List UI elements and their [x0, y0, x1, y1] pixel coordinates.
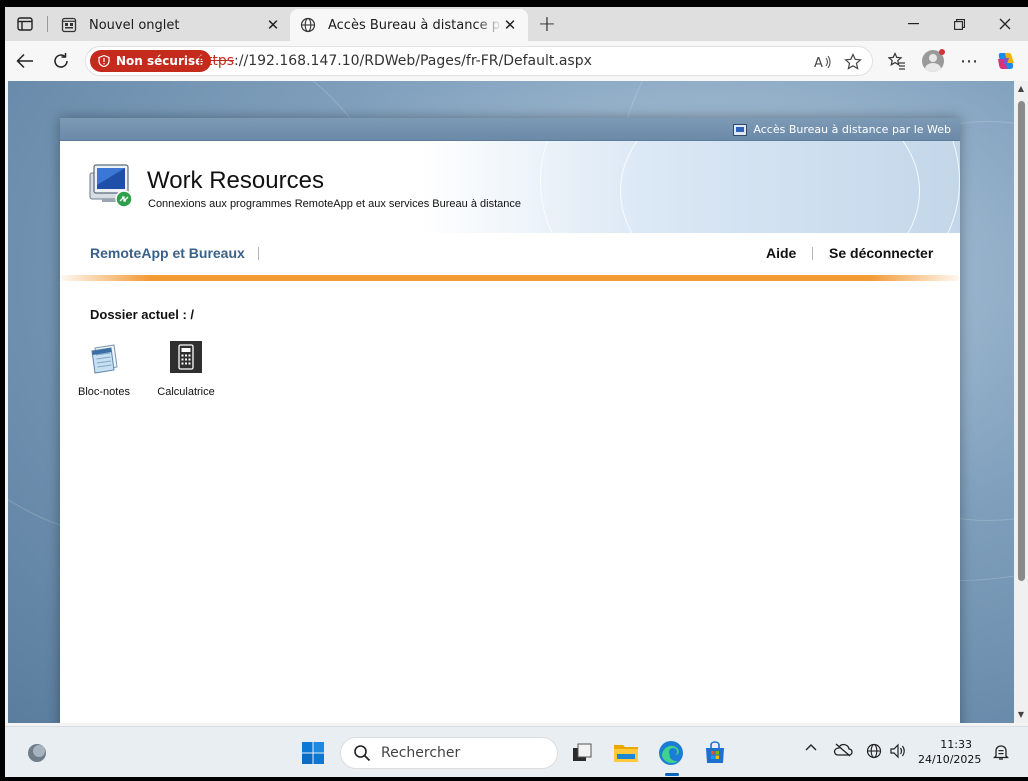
- back-icon[interactable]: [13, 49, 37, 73]
- notification-center-icon[interactable]: [991, 743, 1011, 761]
- notepad-icon: [91, 344, 118, 374]
- more-options-icon[interactable]: ⋯: [957, 49, 981, 73]
- app-tile-notepad[interactable]: Bloc-notes: [64, 340, 144, 398]
- minimize-icon[interactable]: [890, 12, 936, 36]
- system-clock[interactable]: 11:33 24/10/2025: [918, 737, 982, 767]
- remote-connection-logo-icon: [89, 164, 133, 208]
- current-folder-label: Dossier actuel : /: [90, 307, 195, 322]
- nav-separator: [258, 247, 259, 260]
- scroll-up-icon[interactable]: ▲: [1017, 85, 1025, 93]
- security-badge[interactable]: Non sécurisé: [90, 50, 212, 72]
- close-tab-icon[interactable]: ✕: [502, 16, 518, 34]
- page-top-bar: Accès Bureau à distance par le Web: [60, 118, 960, 141]
- tab-rdweb[interactable]: Accès Bureau à distance par le Web ✕: [290, 9, 528, 41]
- favorite-star-icon[interactable]: [842, 51, 864, 73]
- refresh-icon[interactable]: [49, 49, 73, 73]
- shield-warning-icon: [98, 55, 110, 67]
- url-scheme: https: [198, 53, 235, 69]
- search-icon: [354, 745, 371, 762]
- clock-time: 11:33: [940, 738, 972, 751]
- close-window-icon[interactable]: [982, 12, 1028, 36]
- store-icon[interactable]: [701, 739, 729, 767]
- globe-icon: [300, 17, 316, 33]
- file-explorer-icon[interactable]: [612, 739, 640, 767]
- read-aloud-icon[interactable]: A: [812, 51, 834, 73]
- tab-new-tab[interactable]: Nouvel onglet ✕: [51, 9, 291, 41]
- new-tab-button[interactable]: +: [535, 12, 559, 37]
- security-badge-label: Non sécurisé: [116, 54, 204, 68]
- page-title: Work Resources: [147, 167, 324, 194]
- notification-dot: [939, 49, 945, 55]
- url-path: ://192.168.147.10/RDWeb/Pages/fr-FR/Defa…: [234, 53, 592, 69]
- active-app-indicator: [665, 773, 679, 776]
- app-tile-calculator[interactable]: Calculatrice: [146, 340, 226, 398]
- vertical-scrollbar[interactable]: ▲ ▼: [1014, 81, 1028, 723]
- app-name: Calculatrice: [157, 386, 215, 398]
- page-nav: RemoteApp et Bureaux Aide Se déconnecter: [60, 233, 960, 275]
- start-windows-icon[interactable]: [299, 739, 327, 767]
- address-toolbar: Non sécurisé https://192.168.147.10/RDWe…: [5, 41, 1028, 81]
- app-name: Bloc-notes: [78, 386, 130, 398]
- copilot-icon[interactable]: [994, 49, 1018, 73]
- onedrive-offline-icon[interactable]: [832, 743, 854, 757]
- network-globe-icon[interactable]: [864, 743, 884, 759]
- page-subtitle: Connexions aux programmes RemoteApp et a…: [148, 198, 521, 210]
- taskbar: Rechercher 11:33 24/10/2025: [5, 726, 1028, 777]
- web-viewport: Accès Bureau à distance par le Web Work …: [8, 81, 1014, 723]
- rdweb-brand-label: Accès Bureau à distance par le Web: [753, 123, 951, 136]
- task-view-icon[interactable]: [568, 739, 596, 767]
- header-globe-arc: [620, 141, 920, 233]
- favorites-icon[interactable]: [885, 49, 909, 73]
- volume-icon[interactable]: [888, 743, 908, 759]
- nav-remoteapp-link[interactable]: RemoteApp et Bureaux: [90, 245, 245, 261]
- tab-bar: Nouvel onglet ✕ Accès Bureau à distance …: [5, 7, 1028, 41]
- nav-divider: [60, 275, 960, 281]
- newtab-icon: [61, 17, 77, 33]
- url-text: https://192.168.147.10/RDWeb/Pages/fr-FR…: [198, 53, 592, 69]
- close-tab-icon[interactable]: ✕: [265, 16, 281, 34]
- tab-title: Nouvel onglet: [89, 17, 180, 33]
- nav-logout-link[interactable]: Se déconnecter: [829, 245, 933, 261]
- clock-date: 24/10/2025: [918, 753, 982, 766]
- page-header: Work Resources Connexions aux programmes…: [60, 141, 960, 233]
- address-bar[interactable]: Non sécurisé https://192.168.147.10/RDWe…: [85, 46, 873, 76]
- rdweb-brand: Accès Bureau à distance par le Web: [733, 123, 951, 136]
- show-hidden-icons-chevron-icon[interactable]: [802, 743, 820, 751]
- tab-title: Accès Bureau à distance par le Web: [328, 17, 502, 33]
- browser-window: Nouvel onglet ✕ Accès Bureau à distance …: [5, 7, 1028, 777]
- scroll-thumb[interactable]: [1018, 101, 1025, 581]
- tab-separator: [47, 16, 48, 32]
- widgets-icon[interactable]: [23, 739, 51, 767]
- remote-desktop-icon: [733, 123, 748, 136]
- calculator-icon: [170, 341, 202, 373]
- restore-icon[interactable]: [936, 12, 982, 36]
- tab-actions-icon[interactable]: [13, 14, 37, 34]
- edge-browser-icon[interactable]: [657, 739, 685, 767]
- rdweb-page: Accès Bureau à distance par le Web Work …: [60, 118, 960, 723]
- svg-text:A: A: [814, 56, 823, 69]
- nav-help-link[interactable]: Aide: [766, 245, 796, 261]
- scroll-down-icon[interactable]: ▼: [1017, 711, 1025, 719]
- taskbar-search[interactable]: Rechercher: [340, 737, 558, 769]
- nav-separator: [812, 247, 813, 260]
- search-placeholder: Rechercher: [381, 745, 461, 761]
